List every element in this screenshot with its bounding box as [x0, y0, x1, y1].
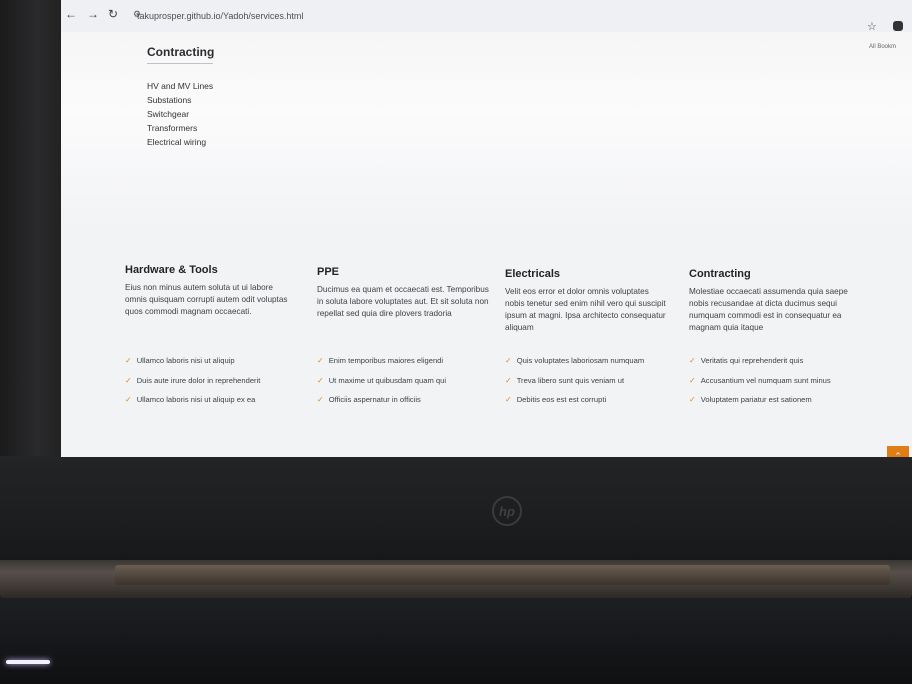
contracting-list: HV and MV Lines Substations Switchgear T…	[147, 79, 213, 149]
list-item: ✓ Officiis aspernatur in officiis	[317, 395, 421, 404]
hp-logo: hp	[492, 496, 522, 526]
power-led	[6, 660, 50, 664]
check-icon: ✓	[505, 375, 512, 385]
card-description: Molestiae occaecati assumenda quia saepe…	[689, 287, 848, 332]
contracting-heading: Contracting	[147, 45, 215, 59]
check-icon: ✓	[317, 375, 324, 385]
card-description: Eius non minus autem soluta ut ui labore…	[125, 283, 288, 316]
all-bookmarks-button[interactable]: All Bookm	[869, 44, 896, 50]
list-item: ✓ Ullamco laboris nisi ut aliquip ex ea	[125, 395, 256, 404]
address-bar[interactable]: takuprosper.github.io/Yadoh/services.htm…	[137, 11, 303, 21]
back-icon[interactable]: ←	[65, 7, 77, 21]
list-item: ✓ Voluptatem pariatur est sationem	[689, 395, 812, 404]
screen: ← → ↻ ⚙ takuprosper.github.io/Yadoh/serv…	[61, 0, 912, 457]
extension-icon[interactable]	[893, 21, 903, 31]
check-icon: ✓	[505, 395, 512, 404]
hinge-bar	[115, 565, 890, 585]
card-hardware-tools: Hardware & Tools Eius non minus autem so…	[125, 264, 297, 404]
list-item: Switchgear	[147, 109, 190, 119]
list-item: HV and MV Lines	[147, 81, 214, 91]
list-item: ✓ Enim temporibus maiores eligendi	[317, 356, 444, 365]
laptop-bezel-bottom	[0, 456, 912, 566]
list-item: ✓ Debitis eos est est corrupti	[505, 395, 607, 404]
list-item: Transformers	[147, 123, 198, 133]
card-description: Velit eos error et dolor omnis voluptate…	[505, 287, 666, 332]
card-title: PPE	[317, 266, 340, 278]
heading-underline	[147, 63, 213, 64]
forward-icon[interactable]: →	[87, 7, 99, 21]
list-item: ✓ Treva libero sunt quis veniam ut	[505, 375, 625, 385]
card-electricals: Electricals Velit eos error et dolor omn…	[505, 268, 669, 404]
card-description: Ducimus ea quam et occaecati est. Tempor…	[317, 285, 489, 318]
check-icon: ✓	[689, 356, 696, 365]
card-title: Hardware & Tools	[125, 264, 218, 276]
service-cards: Hardware & Tools Eius non minus autem so…	[61, 258, 912, 418]
card-contracting: Contracting Molestiae occaecati assumend…	[689, 268, 861, 404]
reload-icon[interactable]: ↻	[108, 7, 118, 21]
check-icon: ✓	[689, 375, 696, 385]
check-icon: ✓	[125, 375, 132, 385]
list-item: ✓ Duis aute irure dolor in reprehenderit	[125, 375, 261, 385]
check-icon: ✓	[125, 395, 132, 404]
check-icon: ✓	[125, 356, 132, 365]
check-icon: ✓	[689, 395, 696, 404]
browser-toolbar: ← → ↻ ⚙ takuprosper.github.io/Yadoh/serv…	[61, 0, 912, 33]
list-item: ✓ Quis voluptates laboriosam numquam	[505, 356, 645, 365]
laptop-base	[0, 598, 912, 684]
card-title: Contracting	[689, 268, 751, 280]
list-item: ✓ Ullamco laboris nisi ut aliquip	[125, 356, 235, 365]
list-item: Substations	[147, 95, 192, 105]
list-item: ✓ Accusantium vel numquam sunt minus	[689, 375, 831, 385]
check-icon: ✓	[505, 356, 512, 365]
list-item: ✓ Veritatis qui reprehenderit quis	[689, 356, 804, 365]
back-to-top-button[interactable]: ⌃	[887, 446, 909, 457]
card-title: Electricals	[505, 268, 561, 280]
card-ppe: PPE Ducimus ea quam et occaecati est. Te…	[317, 266, 495, 404]
list-item: Electrical wiring	[147, 137, 207, 147]
check-icon: ✓	[317, 395, 324, 404]
list-item: ✓ Ut maxime ut quibusdam quam qui	[317, 375, 447, 385]
check-icon: ✓	[317, 356, 324, 365]
